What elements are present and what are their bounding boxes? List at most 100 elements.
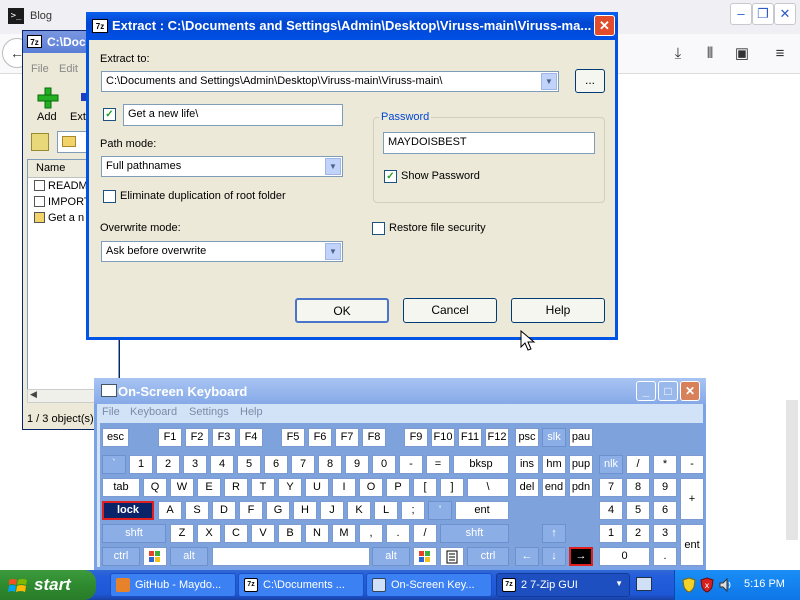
sidebar-icon[interactable]: ▣ [732, 44, 752, 64]
path-mode-select[interactable]: Full pathnames ▼ [101, 156, 343, 177]
key-num-slash[interactable]: / [626, 455, 650, 474]
key-f6[interactable]: F6 [308, 428, 332, 447]
close-icon[interactable]: ✕ [594, 15, 615, 36]
overwrite-mode-select[interactable]: Ask before overwrite ▼ [101, 241, 343, 262]
library-icon[interactable]: ⫴ [700, 44, 720, 64]
key-num-2[interactable]: 2 [626, 524, 650, 543]
security-alert-icon[interactable]: x [700, 577, 714, 593]
key-num-plus[interactable]: + [680, 478, 704, 520]
key-rbracket[interactable]: ] [440, 478, 464, 497]
key-g[interactable]: G [266, 501, 290, 520]
password-input[interactable]: MAYDOISBEST [383, 132, 595, 154]
key-num-5[interactable]: 5 [626, 501, 650, 520]
key-backslash[interactable]: \ [467, 478, 509, 497]
key-period[interactable]: . [386, 524, 410, 543]
key-num-enter[interactable]: ent [680, 524, 704, 566]
key-7[interactable]: 7 [291, 455, 315, 474]
key-minus[interactable]: - [399, 455, 423, 474]
key-shift-right[interactable]: shft [440, 524, 509, 543]
key-8[interactable]: 8 [318, 455, 342, 474]
key-j[interactable]: J [320, 501, 344, 520]
key-f[interactable]: F [239, 501, 263, 520]
osk-close-icon[interactable]: ✕ [680, 381, 700, 401]
key-del[interactable]: del [515, 478, 539, 497]
key-5[interactable]: 5 [237, 455, 261, 474]
key-e[interactable]: E [197, 478, 221, 497]
key-slash[interactable]: / [413, 524, 437, 543]
key-arrow-left[interactable]: ← [515, 547, 539, 566]
key-pau[interactable]: pau [569, 428, 593, 447]
key-nlk[interactable]: nlk [599, 455, 623, 474]
osk-menu-settings[interactable]: Settings [189, 406, 229, 418]
osk-menu-file[interactable]: File [102, 406, 120, 418]
key-slk[interactable]: slk [542, 428, 566, 447]
subfolder-checkbox[interactable]: ✓ [103, 108, 116, 121]
key-p[interactable]: P [386, 478, 410, 497]
osk-menu-help[interactable]: Help [240, 406, 263, 418]
list-item[interactable]: Get a n [34, 212, 84, 224]
task-7zip-gui-group[interactable]: 7z 2 7-Zip GUI ▼ [496, 573, 630, 597]
key-f2[interactable]: F2 [185, 428, 209, 447]
add-icon[interactable] [37, 87, 59, 109]
key-num-star[interactable]: * [653, 455, 677, 474]
key-f5[interactable]: F5 [281, 428, 305, 447]
fm-menu-file[interactable]: File [31, 63, 49, 75]
eliminate-root-checkbox[interactable] [103, 190, 116, 203]
key-f3[interactable]: F3 [212, 428, 236, 447]
key-num-minus[interactable]: - [680, 455, 704, 474]
key-f8[interactable]: F8 [362, 428, 386, 447]
key-arrow-down[interactable]: ↓ [542, 547, 566, 566]
key-f9[interactable]: F9 [404, 428, 428, 447]
browser-scrollbar[interactable] [786, 400, 798, 540]
key-quote[interactable]: ' [428, 501, 452, 520]
chevron-down-icon[interactable]: ▼ [615, 579, 623, 588]
key-a[interactable]: A [158, 501, 182, 520]
key-esc[interactable]: esc [102, 428, 129, 447]
key-9[interactable]: 9 [345, 455, 369, 474]
browse-button[interactable]: ... [575, 69, 605, 93]
browser-close-icon[interactable]: ✕ [774, 3, 796, 25]
browser-tab-title[interactable]: Blog [30, 10, 52, 22]
key-x[interactable]: X [197, 524, 221, 543]
key-equal[interactable]: = [426, 455, 450, 474]
scroll-left-icon[interactable]: ◀ [30, 389, 37, 400]
list-item[interactable]: IMPORT [34, 196, 91, 208]
keyboard-tray-icon[interactable] [636, 577, 652, 591]
key-num-dot[interactable]: . [653, 547, 677, 566]
key-num-1[interactable]: 1 [599, 524, 623, 543]
key-1[interactable]: 1 [129, 455, 153, 474]
key-r[interactable]: R [224, 478, 248, 497]
restore-security-checkbox[interactable] [372, 222, 385, 235]
key-comma[interactable]: , [359, 524, 383, 543]
menu-key-icon[interactable] [440, 547, 464, 566]
key-num-4[interactable]: 4 [599, 501, 623, 520]
key-b[interactable]: B [278, 524, 302, 543]
show-password-checkbox[interactable]: ✓ [384, 170, 397, 183]
key-alt-left[interactable]: alt [170, 547, 208, 566]
key-q[interactable]: Q [143, 478, 167, 497]
key-psc[interactable]: psc [515, 428, 539, 447]
key-lbracket[interactable]: [ [413, 478, 437, 497]
key-y[interactable]: Y [278, 478, 302, 497]
key-f12[interactable]: F12 [485, 428, 509, 447]
key-semicolon[interactable]: ; [401, 501, 425, 520]
osk-menu-keyboard[interactable]: Keyboard [130, 406, 177, 418]
key-num-9[interactable]: 9 [653, 478, 677, 497]
key-4[interactable]: 4 [210, 455, 234, 474]
windows-key-right-icon[interactable] [413, 547, 437, 566]
key-num-8[interactable]: 8 [626, 478, 650, 497]
key-s[interactable]: S [185, 501, 209, 520]
key-f1[interactable]: F1 [158, 428, 182, 447]
key-f10[interactable]: F10 [431, 428, 455, 447]
downloads-icon[interactable]: ⤓ [668, 44, 688, 64]
task-github[interactable]: GitHub - Maydo... [110, 573, 236, 597]
key-m[interactable]: M [332, 524, 356, 543]
key-0[interactable]: 0 [372, 455, 396, 474]
key-num-6[interactable]: 6 [653, 501, 677, 520]
key-arrow-right[interactable]: → [569, 547, 593, 566]
key-num-0[interactable]: 0 [599, 547, 650, 566]
key-num-7[interactable]: 7 [599, 478, 623, 497]
subfolder-input[interactable]: Get a new life\ [123, 104, 343, 126]
chevron-down-icon[interactable]: ▼ [541, 73, 557, 90]
help-button[interactable]: Help [511, 298, 605, 323]
